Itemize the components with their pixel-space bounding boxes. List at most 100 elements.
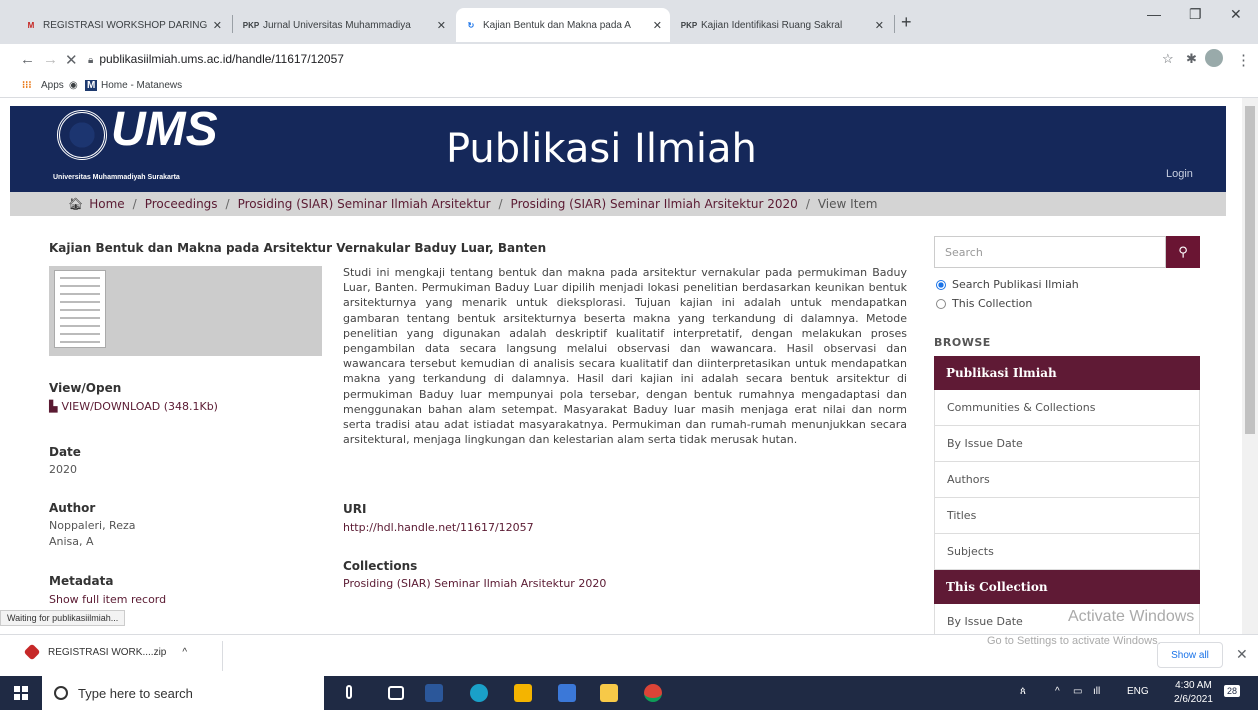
tab-strip: M REGISTRASI WORKSHOP DARING ✕ PKP Jurna…: [0, 0, 1258, 44]
close-tab-icon[interactable]: ✕: [653, 19, 662, 32]
pkp-icon: PKP: [680, 20, 698, 30]
url-field[interactable]: 🔒︎ publikasiilmiah.ums.ac.id/handle/11617…: [88, 52, 344, 66]
status-bar: Waiting for publikasiilmiah...: [0, 610, 126, 626]
browse-authors[interactable]: Authors: [934, 462, 1200, 498]
logo-subtitle: Universitas Muhammadiyah Surakarta: [53, 174, 180, 181]
search-circle-icon: [54, 686, 68, 700]
view-open-label: View/Open: [49, 381, 122, 395]
taskbar: Type here to search ጰ ^ ▭ ıll ENG 4:30 A…: [0, 676, 1258, 710]
collection-section-header: This Collection: [934, 570, 1200, 604]
menu-icon[interactable]: ⋮: [1236, 51, 1251, 69]
date-label: Date: [49, 445, 81, 459]
scrollbar-thumb[interactable]: [1245, 106, 1255, 434]
logo-text: UMS: [111, 103, 218, 156]
mail-icon[interactable]: [558, 684, 576, 702]
author-name[interactable]: Noppaleri, Reza: [49, 518, 136, 534]
close-tab-icon[interactable]: ✕: [213, 19, 222, 32]
tab-registrasi[interactable]: M REGISTRASI WORKSHOP DARING ✕: [16, 8, 230, 42]
tab-kajian-active[interactable]: ↻ Kajian Bentuk dan Makna pada A ✕: [456, 8, 670, 42]
back-icon[interactable]: ←: [20, 51, 35, 68]
apps-icon[interactable]: ⁝⁝⁝: [22, 80, 32, 91]
taskbar-search[interactable]: Type here to search: [42, 676, 324, 710]
author-name[interactable]: Anisa, A: [49, 534, 136, 550]
radio-search-all[interactable]: Search Publikasi Ilmiah: [936, 278, 1079, 291]
maximize-icon[interactable]: ❐: [1189, 6, 1202, 23]
browse-subjects[interactable]: Subjects: [934, 534, 1200, 570]
taskbar-search-text: Type here to search: [78, 685, 193, 701]
site-logo[interactable]: UMS Universitas Muhammadiyah Surakarta: [53, 103, 243, 190]
language-indicator[interactable]: ENG: [1127, 686, 1149, 697]
notification-icon[interactable]: 28: [1224, 685, 1241, 697]
url-text: publikasiilmiah.ums.ac.id/handle/11617/1…: [99, 52, 344, 66]
chrome-icon[interactable]: [644, 684, 662, 702]
search-button[interactable]: ⚲: [1166, 236, 1200, 268]
login-link[interactable]: Login: [1166, 168, 1193, 180]
radio-unchecked-icon: [936, 298, 946, 309]
microphone-icon[interactable]: [346, 685, 352, 699]
close-download-bar-icon[interactable]: ✕: [1236, 646, 1248, 663]
close-tab-icon[interactable]: ✕: [437, 19, 446, 32]
search-input[interactable]: Search: [934, 236, 1166, 268]
stop-icon[interactable]: ✕: [65, 51, 78, 69]
show-all-button[interactable]: Show all: [1157, 642, 1223, 668]
clock-time: 4:30 AM: [1175, 680, 1212, 691]
new-tab-icon[interactable]: +: [901, 12, 912, 33]
download-item[interactable]: REGISTRASI WORK....zip ^: [23, 643, 187, 661]
matanews-icon: M: [85, 80, 98, 91]
word-icon[interactable]: [425, 684, 443, 702]
system-clock[interactable]: 4:30 AM 2/6/2021: [1174, 679, 1213, 707]
collection-link[interactable]: Prosiding (SIAR) Seminar Ilmiah Arsitekt…: [343, 577, 606, 590]
breadcrumb-home[interactable]: Home: [89, 197, 124, 211]
task-view-icon[interactable]: [388, 686, 404, 700]
uri-link[interactable]: http://hdl.handle.net/11617/12057: [343, 521, 534, 534]
tray-chevron-icon[interactable]: ^: [1055, 686, 1060, 697]
bookmark-apps[interactable]: Apps: [41, 80, 64, 91]
breadcrumb-siar[interactable]: Prosiding (SIAR) Seminar Ilmiah Arsitekt…: [238, 197, 491, 211]
radio-label: Search Publikasi Ilmiah: [952, 278, 1079, 291]
uri-label: URI: [343, 502, 367, 516]
close-window-icon[interactable]: ✕: [1230, 6, 1242, 23]
battery-icon[interactable]: ▭: [1073, 686, 1082, 697]
browse-list: Publikasi Ilmiah Communities & Collectio…: [934, 356, 1200, 634]
browse-titles[interactable]: Titles: [934, 498, 1200, 534]
chevron-up-icon[interactable]: ^: [182, 647, 187, 658]
download-bar: REGISTRASI WORK....zip ^ Go to Settings t…: [0, 634, 1258, 676]
minimize-icon[interactable]: —: [1147, 6, 1161, 22]
windows-start-icon[interactable]: [14, 686, 28, 700]
wifi-icon[interactable]: ıll: [1093, 686, 1100, 697]
bookmark-matanews[interactable]: Home - Matanews: [101, 80, 182, 91]
address-bar: ← → ✕ 🔒︎ publikasiilmiah.ums.ac.id/handle…: [0, 44, 1258, 76]
item-abstract: Studi ini mengkaji tentang bentuk dan ma…: [343, 266, 907, 447]
lock-icon: 🔒︎: [88, 55, 94, 66]
people-icon[interactable]: ጰ: [1020, 686, 1026, 697]
search-icon: ⚲: [1178, 244, 1188, 260]
item-thumbnail[interactable]: [49, 266, 322, 356]
close-tab-icon[interactable]: ✕: [875, 19, 884, 32]
breadcrumb-proceedings[interactable]: Proceedings: [145, 197, 218, 211]
radio-this-collection[interactable]: This Collection: [936, 297, 1032, 310]
tab-kajian-identifikasi[interactable]: PKP Kajian Identifikasi Ruang Sakral ✕: [674, 8, 892, 42]
profile-avatar[interactable]: [1205, 49, 1223, 67]
bookmarks-bar: ⁝⁝⁝ Apps ◉ M Home - Matanews: [0, 76, 1258, 98]
download-link[interactable]: ▙ VIEW/DOWNLOAD (348.1Kb): [49, 400, 218, 413]
ums-seal-icon: [57, 110, 107, 160]
star-icon[interactable]: ☆: [1162, 51, 1174, 67]
activate-windows-watermark: Activate Windows: [1068, 608, 1195, 625]
browse-issue-date[interactable]: By Issue Date: [934, 426, 1200, 462]
full-record-link[interactable]: Show full item record: [49, 592, 166, 608]
breadcrumb-siar-2020[interactable]: Prosiding (SIAR) Seminar Ilmiah Arsitekt…: [511, 197, 798, 211]
file-icon: ▙: [49, 400, 58, 413]
extensions-icon[interactable]: ✱: [1186, 51, 1197, 67]
file-explorer-icon[interactable]: [600, 684, 618, 702]
tab-jurnal[interactable]: PKP Jurnal Universitas Muhammadiya ✕: [236, 8, 454, 42]
forward-icon[interactable]: →: [43, 51, 58, 68]
globe-icon: ◉: [69, 80, 78, 91]
page-scrollbar[interactable]: [1242, 98, 1258, 634]
clock-date: 2/6/2021: [1174, 694, 1213, 705]
date-value: 2020: [49, 463, 77, 476]
edge-icon[interactable]: [470, 684, 488, 702]
browse-heading: BROWSE: [934, 336, 991, 349]
browse-communities[interactable]: Communities & Collections: [934, 390, 1200, 426]
store-icon[interactable]: [514, 684, 532, 702]
radio-label: This Collection: [952, 297, 1033, 310]
